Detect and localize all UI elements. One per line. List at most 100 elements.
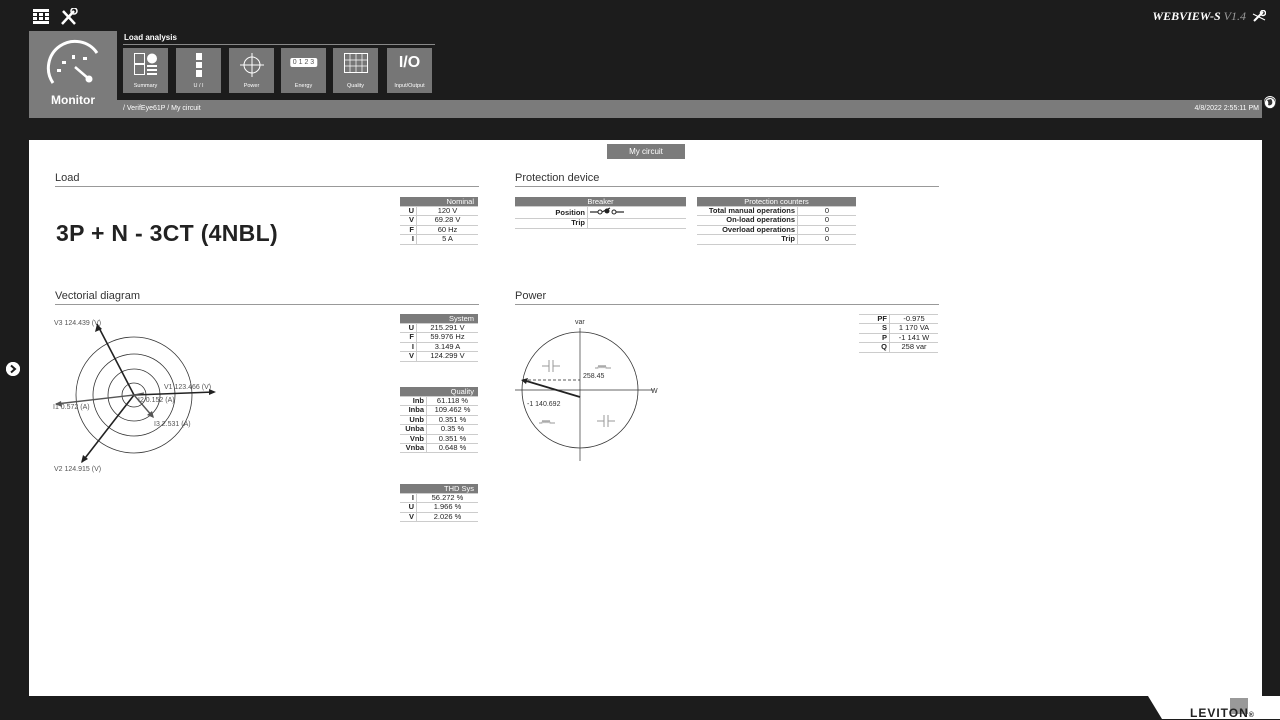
- quality-value: 0.648 %: [426, 443, 478, 454]
- counter-row: On-load operations 0: [697, 215, 856, 226]
- io-icon: I/O: [398, 54, 421, 71]
- load-config: 3P + N - 3CT (4NBL): [56, 220, 278, 246]
- datetime: 4/8/2022 2:55:11 PM: [1194, 105, 1259, 112]
- power-label: Power: [243, 83, 260, 89]
- io-label: Input/Output: [394, 83, 425, 89]
- counter-value: 0: [797, 234, 856, 245]
- quality-key: Unba: [400, 424, 427, 435]
- v3-vector: [96, 323, 135, 396]
- counter-key: Trip: [697, 234, 798, 245]
- energy-icon: 0 1 2 3: [289, 58, 318, 67]
- leviton-logo: LEVITON®: [1190, 706, 1255, 720]
- grid-icon[interactable]: [33, 9, 49, 29]
- quality-row: Unba 0.35 %: [400, 424, 478, 435]
- summary-icon: [133, 53, 157, 75]
- load-divider: [55, 186, 479, 187]
- ui-label: U / I: [193, 83, 204, 89]
- quality-value: 0.35 %: [426, 424, 478, 435]
- capacitor-icon-2: [597, 415, 615, 427]
- var-axis-label: var: [575, 319, 585, 326]
- inductor-icon: [595, 365, 611, 369]
- breadcrumb[interactable]: / VerifEye61P / My circuit: [123, 100, 201, 118]
- brand-version: V1.4: [1223, 9, 1246, 23]
- summary-button[interactable]: Summary: [123, 48, 168, 93]
- nominal-key: V: [400, 215, 417, 226]
- thd-key: U: [400, 502, 417, 513]
- i3-label: I3 2.531 (A): [154, 421, 191, 428]
- wrench-icon[interactable]: [1252, 9, 1267, 27]
- protection-heading: Protection device: [515, 172, 600, 184]
- power-metric-key: S: [859, 323, 890, 334]
- power-metric-key: Q: [859, 342, 890, 353]
- vector-heading: Vectorial diagram: [55, 290, 140, 302]
- quality-key: Inba: [400, 405, 427, 416]
- breadcrumb-bar: / VerifEye61P / My circuit 4/8/2022 2:55…: [117, 100, 1262, 118]
- counter-key: On-load operations: [697, 215, 798, 226]
- power-metric-value: 258 var: [889, 342, 938, 353]
- v1-label: V1 123.466 (V): [164, 384, 211, 391]
- power-table: PF -0.975 S 1 170 VA P -1 141 W Q 258 var: [859, 313, 938, 353]
- system-row: F 59.976 Hz: [400, 332, 478, 343]
- system-value: 124.299 V: [416, 351, 478, 362]
- power-metric-row: Q 258 var: [859, 342, 938, 353]
- nominal-row: V 69.28 V: [400, 215, 478, 226]
- nominal-key: F: [400, 224, 417, 236]
- ui-icon: [195, 53, 202, 77]
- power-divider: [515, 304, 939, 305]
- quality-row: Vnba 0.648 %: [400, 443, 478, 454]
- power-metric-row: S1 170 VA: [859, 323, 938, 334]
- nominal-row: I5 A: [400, 234, 478, 245]
- protection-counters-table: Protection counters Total manual operati…: [697, 197, 856, 245]
- counter-value: 0: [797, 215, 856, 226]
- thd-value: 1.966 %: [416, 502, 478, 513]
- system-table: System U 215.291 V F 59.976 Hz I 3.149 A V 124.…: [400, 314, 478, 362]
- io-button[interactable]: I/O Input/Output: [387, 48, 432, 93]
- p-value-label: -1 140.692: [527, 401, 561, 408]
- power-icon: [239, 53, 264, 77]
- power-diagram: var W 258.45 -1 140.692: [515, 319, 658, 461]
- quality-table: Quality Inb 61.118 % Inba 109.462 % Unb 0.351…: [400, 387, 478, 454]
- breaker-table: Breaker Position Trip: [515, 197, 686, 229]
- load-heading: Load: [55, 172, 80, 184]
- breaker-header: Breaker: [515, 197, 686, 207]
- my-circuit-button[interactable]: My circuit: [607, 144, 685, 159]
- leviton-reg: ®: [1248, 712, 1255, 719]
- capacitor-icon: [542, 360, 560, 372]
- system-row: V 124.299 V: [400, 351, 478, 362]
- section-divider: [123, 44, 435, 45]
- summary-label: Summary: [133, 83, 158, 89]
- i1-vector: [55, 394, 135, 405]
- tools-icon[interactable]: [60, 7, 78, 30]
- quality-icon: [343, 53, 368, 73]
- power-metric-value: 1 170 VA: [889, 323, 938, 334]
- brand-name: WEBVIEW-S: [1152, 9, 1221, 23]
- system-key: V: [400, 351, 417, 362]
- inductor-icon-2: [539, 420, 555, 424]
- i2-label: I2 0.152 (A): [138, 397, 175, 404]
- w-axis-label: W: [651, 388, 658, 395]
- thd-value: 2.026 %: [416, 511, 478, 523]
- nominal-key: I: [400, 234, 417, 245]
- quality-value: 109.462 %: [426, 405, 478, 416]
- nominal-value: 69.28 V: [416, 215, 478, 226]
- system-value: 59.976 Hz: [416, 332, 478, 343]
- ui-button[interactable]: U / I: [176, 48, 221, 93]
- counter-row: Overload operations 0: [697, 224, 856, 236]
- leviton-logo-text: LEVITON: [1190, 706, 1249, 720]
- system-key: U: [400, 322, 417, 334]
- q-value-label: 258.45: [583, 373, 605, 380]
- quality-button[interactable]: Quality: [333, 48, 378, 93]
- globe-icon[interactable]: [1264, 96, 1276, 109]
- load-analysis-title: Load analysis: [124, 33, 177, 42]
- v3-label: V3 124.439 (V): [54, 320, 101, 327]
- footer-bar: [29, 696, 1162, 719]
- breaker-trip-value: [587, 218, 686, 229]
- energy-button[interactable]: 0 1 2 3 Energy: [281, 48, 326, 93]
- thd-key: V: [400, 511, 417, 523]
- system-key: F: [400, 332, 417, 343]
- monitor-label: Monitor: [51, 93, 95, 107]
- power-button[interactable]: Power: [229, 48, 274, 93]
- expand-arrow-icon[interactable]: [6, 362, 20, 376]
- monitor-tile[interactable]: Monitor: [29, 31, 117, 118]
- breaker-position-value: [587, 205, 686, 220]
